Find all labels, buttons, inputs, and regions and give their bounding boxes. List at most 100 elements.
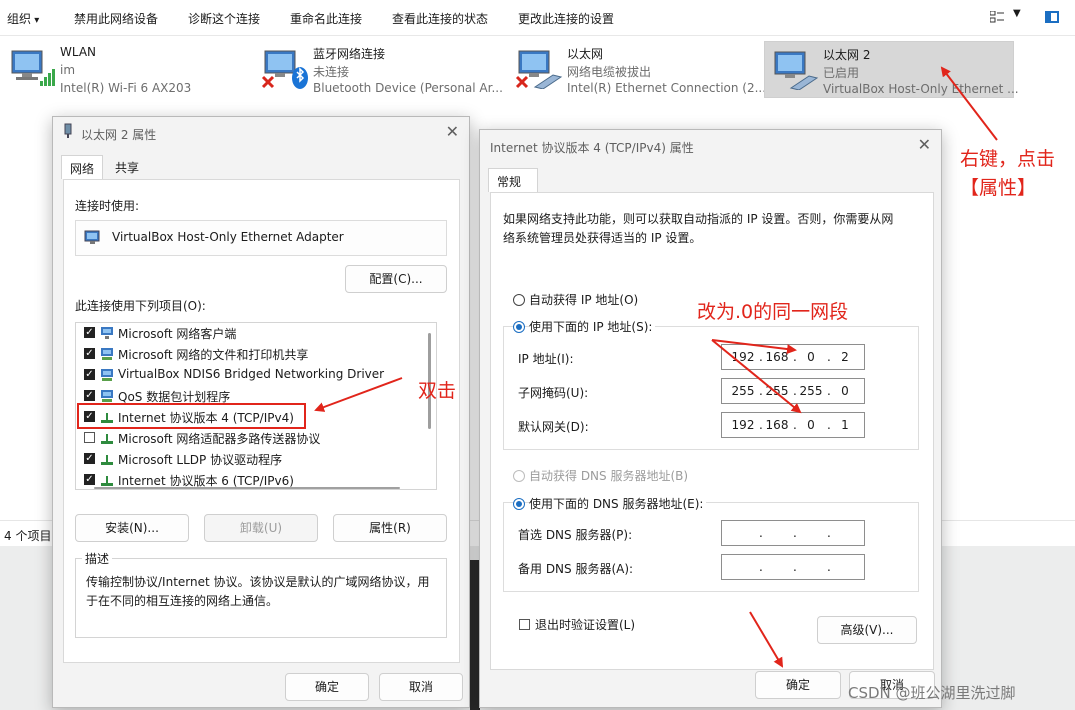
advanced-button[interactable]: 高级(V)... bbox=[817, 616, 917, 644]
cancel-button[interactable]: 取消 bbox=[379, 673, 463, 701]
change-settings-command[interactable]: 更改此连接的设置 bbox=[518, 10, 614, 27]
octet: 168 bbox=[765, 418, 789, 432]
horizontal-scrollbar[interactable] bbox=[94, 487, 400, 489]
items-list[interactable]: ✓ Microsoft 网络客户端 ✓ Microsoft 网络的文件和打印机共… bbox=[75, 322, 437, 490]
auto-ip-label[interactable]: 自动获得 IP 地址(O) bbox=[529, 291, 638, 308]
auto-ip-radio[interactable] bbox=[513, 294, 525, 306]
tab-network[interactable]: 网络 bbox=[61, 155, 104, 179]
watermark: CSDN @班公湖里洗过脚 bbox=[848, 684, 1016, 702]
manual-dns-radio[interactable] bbox=[513, 498, 525, 510]
adapter-properties-dialog: 以太网 2 属性 ✕ 网络 共享 连接时使用: VirtualBox Host-… bbox=[52, 116, 470, 708]
octet: 0 bbox=[807, 418, 815, 432]
ok-button[interactable]: 确定 bbox=[285, 673, 369, 701]
description-text: 传输控制协议/Internet 协议。该协议是默认的广域网络协议，用于在不同的相… bbox=[86, 575, 430, 608]
adapter-tile-wlan[interactable]: WLAN im Intel(R) Wi-Fi 6 AX203 bbox=[2, 41, 242, 98]
wifi-adapter-icon bbox=[11, 50, 55, 86]
adapter-device: Bluetooth Device (Personal Ar... bbox=[313, 81, 503, 95]
protocol-icon bbox=[101, 455, 113, 465]
manual-ip-radio[interactable] bbox=[513, 321, 525, 333]
uninstall-button[interactable]: 卸载(U) bbox=[204, 514, 318, 542]
octet-dot: . bbox=[759, 526, 763, 540]
validate-label[interactable]: 退出时验证设置(L) bbox=[535, 616, 635, 633]
diagnose-command[interactable]: 诊断这个连接 bbox=[188, 10, 260, 27]
manual-dns-label[interactable]: 使用下面的 DNS 服务器地址(E): bbox=[529, 495, 707, 512]
close-icon[interactable]: ✕ bbox=[918, 135, 931, 154]
octet: 2 bbox=[841, 350, 849, 364]
checkbox[interactable]: ✓ bbox=[84, 327, 95, 338]
ethernet-adapter-icon bbox=[774, 51, 819, 90]
alternate-dns-input[interactable]: ... bbox=[721, 554, 865, 580]
gateway-input[interactable]: 192. 168. 0. 1 bbox=[721, 412, 865, 438]
close-icon[interactable]: ✕ bbox=[446, 122, 459, 141]
description-label: 描述 bbox=[82, 550, 113, 567]
checkbox[interactable]: ✓ bbox=[84, 369, 95, 380]
rename-command[interactable]: 重命名此连接 bbox=[290, 10, 362, 27]
protocol-icon bbox=[101, 476, 113, 486]
auto-dns-label[interactable]: 自动获得 DNS 服务器地址(B) bbox=[529, 467, 688, 484]
adapter-name: 以太网 2 bbox=[823, 48, 871, 62]
item-count: 4 个项目 bbox=[4, 529, 52, 543]
annotation-properties: 【属性】 bbox=[960, 177, 1037, 199]
service-icon bbox=[101, 348, 113, 360]
validate-checkbox[interactable] bbox=[519, 619, 530, 630]
disable-device-command[interactable]: 禁用此网络设备 bbox=[74, 10, 158, 27]
dialog-title: Internet 协议版本 4 (TCP/IPv4) 属性 bbox=[490, 141, 694, 155]
octet: 255 bbox=[731, 384, 755, 398]
dialog-title: 以太网 2 属性 bbox=[81, 128, 157, 142]
client-icon bbox=[101, 327, 113, 339]
properties-button[interactable]: 属性(R) bbox=[333, 514, 447, 542]
organize-menu[interactable]: 组织 bbox=[7, 10, 39, 27]
subnet-mask-input[interactable]: 255. 255. 255. 0 bbox=[721, 378, 865, 404]
adapter-status: 已启用 bbox=[823, 66, 860, 80]
octet-dot: . bbox=[827, 526, 831, 540]
adapter-tile-ethernet[interactable]: 以太网 网络电缆被拔出 Intel(R) Ethernet Connection… bbox=[509, 41, 766, 98]
command-bar: 组织 禁用此网络设备 诊断这个连接 重命名此连接 查看此连接的状态 更改此连接的… bbox=[0, 0, 1075, 36]
view-options-icon[interactable] bbox=[990, 11, 1004, 23]
preferred-dns-input[interactable]: ... bbox=[721, 520, 865, 546]
preferred-dns-label: 首选 DNS 服务器(P): bbox=[518, 528, 633, 542]
preview-pane-icon[interactable] bbox=[1045, 11, 1059, 23]
connect-using-label: 连接时使用: bbox=[75, 199, 140, 213]
octet-dot: . bbox=[827, 560, 831, 574]
tab-general[interactable]: 常规 bbox=[488, 168, 538, 192]
auto-dns-radio[interactable] bbox=[513, 470, 525, 482]
item-label: Internet 协议版本 4 (TCP/IPv4) bbox=[118, 411, 294, 425]
protocol-icon bbox=[101, 413, 113, 423]
chevron-down-icon[interactable]: ▼ bbox=[1013, 8, 1021, 19]
view-status-command[interactable]: 查看此连接的状态 bbox=[392, 10, 488, 27]
install-button[interactable]: 安装(N)... bbox=[75, 514, 189, 542]
tab-sharing[interactable]: 共享 bbox=[107, 155, 147, 179]
item-label: Microsoft 网络的文件和打印机共享 bbox=[118, 348, 309, 362]
adapter-tile-ethernet-2[interactable]: 以太网 2 已启用 VirtualBox Host-Only Ethernet … bbox=[764, 41, 1019, 98]
checkbox[interactable]: ✓ bbox=[84, 411, 95, 422]
octet: 168 bbox=[765, 350, 789, 364]
manual-ip-label[interactable]: 使用下面的 IP 地址(S): bbox=[529, 318, 656, 335]
adapter-name: WLAN bbox=[60, 45, 97, 59]
configure-button[interactable]: 配置(C)... bbox=[345, 265, 447, 293]
item-label: Microsoft 网络客户端 bbox=[118, 327, 237, 341]
annotation-double-click: 双击 bbox=[418, 380, 457, 402]
intro-text: 如果网络支持此功能，则可以获取自动指派的 IP 设置。否则，你需要从网络系统管理… bbox=[503, 212, 894, 245]
item-label: Microsoft LLDP 协议驱动程序 bbox=[118, 453, 283, 467]
network-adapter-icon bbox=[84, 230, 100, 244]
ok-button[interactable]: 确定 bbox=[755, 671, 841, 699]
adapter-device: Intel(R) Wi-Fi 6 AX203 bbox=[60, 81, 192, 95]
octet-dot: . bbox=[793, 526, 797, 540]
service-icon bbox=[101, 390, 113, 402]
checkbox[interactable]: ✓ bbox=[84, 390, 95, 401]
network-adapter-icon bbox=[64, 123, 72, 138]
ip-address-label: IP 地址(I): bbox=[518, 352, 574, 366]
octet-dot: . bbox=[759, 560, 763, 574]
checkbox[interactable]: ✓ bbox=[84, 348, 95, 359]
adapter-tile-bluetooth[interactable]: 蓝牙网络连接 未连接 Bluetooth Device (Personal Ar… bbox=[255, 41, 503, 98]
octet: 255 bbox=[765, 384, 789, 398]
protocol-icon bbox=[101, 434, 113, 444]
subnet-mask-label: 子网掩码(U): bbox=[518, 386, 589, 400]
checkbox[interactable] bbox=[84, 432, 95, 443]
checkbox[interactable]: ✓ bbox=[84, 453, 95, 464]
ip-address-input[interactable]: 192. 168. 0. 2 bbox=[721, 344, 865, 370]
adapter-name: VirtualBox Host-Only Ethernet Adapter bbox=[112, 230, 344, 244]
checkbox[interactable]: ✓ bbox=[84, 474, 95, 485]
adapter-device: VirtualBox Host-Only Ethernet ... bbox=[823, 82, 1019, 96]
octet: 1 bbox=[841, 418, 849, 432]
